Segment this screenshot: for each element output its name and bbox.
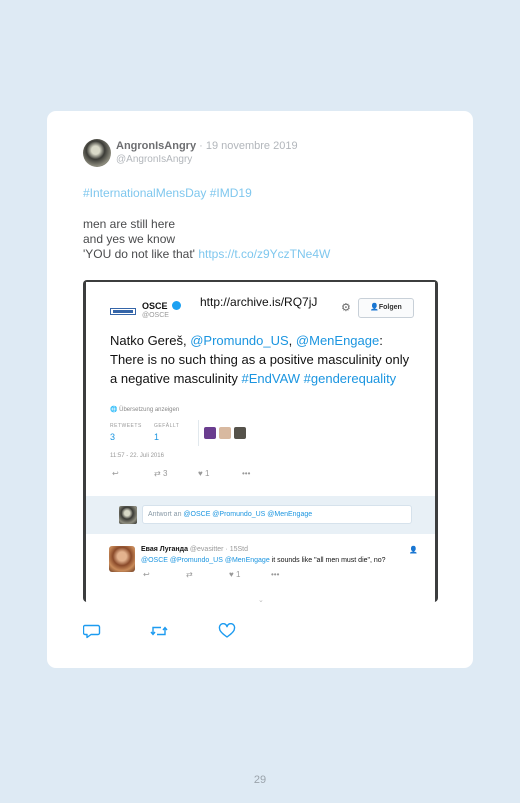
tweet-line: and yes we know [83,232,176,246]
reply-icon: ↩ [143,570,150,579]
more-icon: ••• [271,570,280,579]
tweet-hashtags[interactable]: #InternationalMensDay #IMD19 [83,186,252,200]
reply-input: Antwort an @OSCE @Promundo_US @MenEngage [142,505,412,524]
embedded-quote: Natko Gereš, @Promundo_US, @MenEngage: T… [110,331,410,388]
reply-author: Евая Луганда @evasitter · 15Std [141,546,248,553]
reply-mentions: @OSCE @Promundo_US @MenEngage [183,511,313,518]
heart-icon: ♥ 1 [229,570,241,579]
quote-comma: , [288,333,293,348]
liker-avatar [234,427,246,439]
author-avatar[interactable] [83,139,111,167]
tweet-line: men are still here [83,217,176,231]
person-icon: 👤 [409,547,418,554]
archive-url: http://archive.is/RQ7jJ [198,295,320,309]
tweet-line-text: 'YOU do not like that' [83,247,199,261]
like-count: 1 [204,469,210,478]
comment-icon [82,624,101,639]
translate-label: Übersetzung anzeigen [119,407,180,413]
retweet-icon: ⇄ 3 [154,469,168,478]
reply-button[interactable] [82,623,101,639]
reply-text: @OSCE @Promundo_US @MenEngage it sounds … [141,557,386,564]
tweet-line: 'YOU do not like that' https://t.co/z9Yc… [83,247,330,262]
quote-hashtag: #EndVAW [241,371,301,386]
like-button[interactable] [218,622,236,639]
liker-avatar [204,427,216,439]
quote-mention: @MenEngage [295,333,380,348]
retweet-count: 3 [162,469,168,478]
embedded-screenshot: OSCE @OSCE http://archive.is/RQ7jJ ⚙ 👤Fo… [83,280,438,602]
heart-icon: ♥ 1 [198,469,210,478]
quote-mention: @Promundo_US [190,333,289,348]
reply-meta: @evasitter · 15Std [187,546,249,553]
tweet-body: men are still here and yes we know 'YOU … [83,217,330,262]
retweet-icon [150,626,168,636]
author-handle[interactable]: @AngronIsAngry [116,154,192,165]
follow-button: 👤Folgen [358,298,414,318]
reply-avatar [119,506,137,524]
retweets-count: 3 [110,432,116,442]
author-name[interactable]: AngronIsAngry [116,140,196,152]
osce-logo [110,308,136,315]
embedded-tweet: OSCE @OSCE http://archive.is/RQ7jJ ⚙ 👤Fo… [86,282,435,602]
embedded-timestamp: 11:57 - 22. Juli 2016 [110,453,164,459]
gear-icon: ⚙ [341,302,351,314]
translate-link: 🌐 Übersetzung anzeigen [110,407,180,413]
reply-icon: ↩ [112,469,119,478]
chevron-down-icon: ⌄ [258,597,264,602]
verified-icon [172,301,181,310]
org-name: OSCE [142,301,168,311]
likes-label: GEFÄLLT [154,423,180,429]
retweet-icon: ⇄ [186,570,193,579]
reply-author-avatar [109,546,135,572]
tweet-date[interactable]: · 19 novembre 2019 [196,140,297,152]
reply-prefix: Antwort an [148,511,184,518]
stat-divider [198,420,199,446]
reply-author-name: Евая Луганда [141,546,188,553]
reply-like-count: 1 [235,570,241,579]
page-number: 29 [253,774,267,786]
reply-text-mentions: @OSCE @Promundo_US @MenEngage [141,557,270,564]
heart-icon [218,622,236,638]
retweet-button[interactable] [150,623,168,639]
quote-prefix: Natko Gereš, [110,333,191,348]
quote-hashtag: #genderequality [300,371,397,386]
org-handle: @OSCE [142,312,169,319]
retweets-label: RETWEETS [110,423,142,429]
follow-icon: 👤 [370,304,379,311]
author-line: AngronIsAngry · 19 novembre 2019 [116,140,298,152]
tweet-link[interactable]: https://t.co/z9YczTNe4W [198,247,330,261]
reply-text-body: it sounds like "all men must die", no? [269,557,386,564]
liker-avatar [219,427,231,439]
likes-count: 1 [154,432,160,442]
follow-label: Folgen [378,304,402,311]
more-icon: ••• [242,469,251,478]
